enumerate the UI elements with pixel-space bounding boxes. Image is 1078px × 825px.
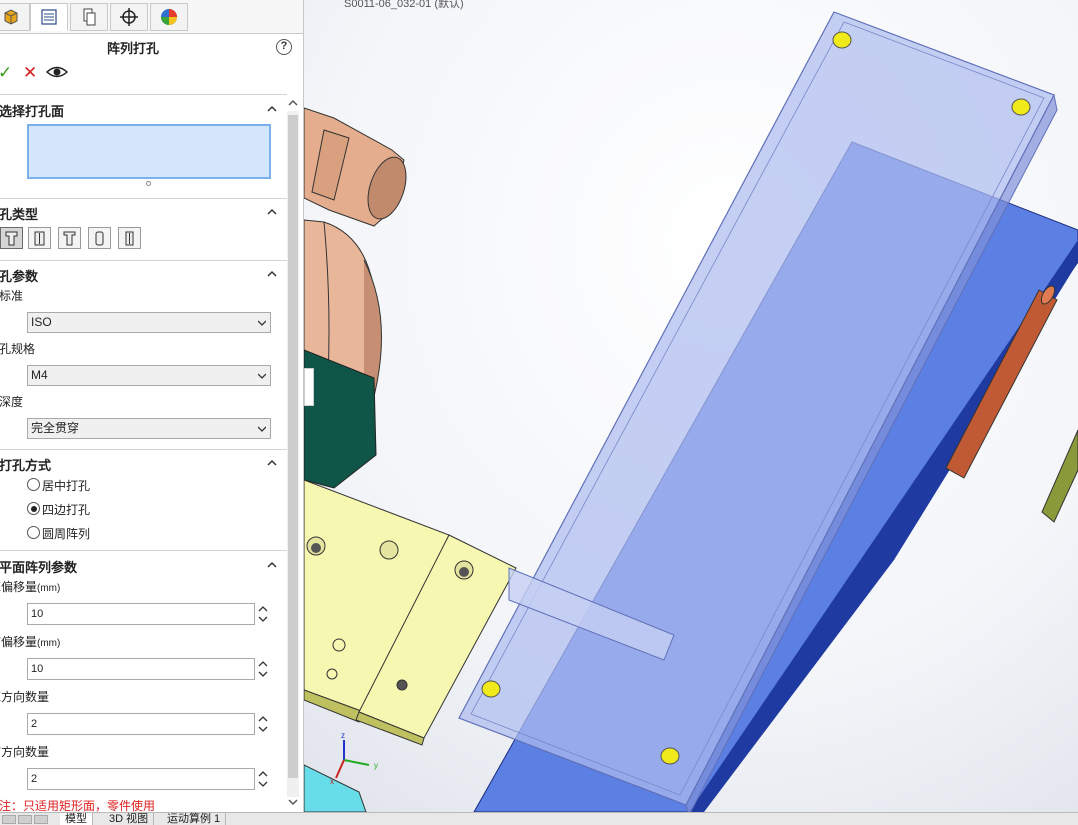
- section-title-drill-method: 打孔方式: [0, 458, 52, 473]
- file-label[interactable]: S0011-06_032-01 (默认): [344, 0, 464, 11]
- standard-select[interactable]: ISO: [27, 312, 271, 333]
- y-offset-label: Y偏移量(mm): [0, 635, 61, 649]
- simple-hole-icon: [95, 231, 104, 245]
- preview-eye-icon[interactable]: [46, 65, 68, 79]
- manager-tab-bar: [0, 0, 303, 34]
- dimxpert-manager-tab[interactable]: [110, 3, 148, 31]
- dimxpert-icon: [120, 8, 138, 26]
- usage-note: 注：只适用矩形面，零件使用: [0, 799, 156, 812]
- tab-nav-first-icon[interactable]: [2, 815, 16, 824]
- section-title-hole-params: 孔参数: [0, 269, 39, 284]
- collapse-drill-method-icon[interactable]: [266, 457, 278, 469]
- graphics-viewport[interactable]: z y x S0011-06_032-01 (默认): [304, 0, 1078, 812]
- feature-manager-icon: [4, 9, 18, 25]
- collapse-select-face-icon[interactable]: [266, 103, 278, 115]
- help-icon[interactable]: ?: [276, 39, 292, 55]
- tab-nav-prev-icon[interactable]: [18, 815, 32, 824]
- property-manager-panel: 阵列打孔 ? ✓ ✕ 选择打孔面 孔类型 孔参数 标准 ISO 孔规格 M4 深…: [0, 0, 304, 812]
- display-manager-tab[interactable]: [150, 3, 188, 31]
- divider: [0, 94, 287, 95]
- section-title-hole-type: 孔类型: [0, 207, 39, 222]
- collapse-hole-type-icon[interactable]: [266, 206, 278, 218]
- hole-size-value: M4: [31, 368, 48, 382]
- chevron-down-icon: [258, 320, 266, 326]
- page-title: 阵列打孔: [106, 41, 159, 56]
- radio-label-center-drill: 居中打孔: [42, 479, 91, 493]
- hole-size-label: 孔规格: [0, 342, 36, 356]
- resize-handle[interactable]: [146, 181, 151, 186]
- svg-text:y: y: [374, 761, 378, 770]
- tab-nav-next-icon[interactable]: [34, 815, 48, 824]
- radio-four-side-drill[interactable]: [27, 502, 40, 515]
- divider: [0, 550, 287, 551]
- tab-motion-study[interactable]: 运动算例 1: [162, 813, 227, 825]
- y-count-input[interactable]: 2: [27, 768, 255, 790]
- x-offset-label: X偏移量(mm): [0, 580, 61, 594]
- pipe-tap-icon: [125, 231, 134, 245]
- section-title-select-face: 选择打孔面: [0, 104, 65, 119]
- x-count-spinner[interactable]: [257, 713, 269, 735]
- radio-circular-pattern[interactable]: [27, 526, 40, 539]
- face-selection-box[interactable]: [27, 124, 271, 179]
- ok-check-icon[interactable]: ✓: [0, 63, 12, 83]
- countersink-hole-button[interactable]: [28, 227, 51, 249]
- cancel-x-icon[interactable]: ✕: [23, 63, 37, 83]
- configuration-manager-tab[interactable]: [70, 3, 108, 31]
- divider: [0, 260, 287, 261]
- x-offset-spinner[interactable]: [257, 603, 269, 625]
- display-manager-icon: [161, 9, 177, 25]
- x-offset-input[interactable]: 10: [27, 603, 255, 625]
- svg-text:z: z: [341, 731, 345, 740]
- scroll-down-icon[interactable]: [287, 796, 299, 808]
- tab-model[interactable]: 模型: [60, 813, 93, 825]
- section-title-pattern-params: 平面阵列参数: [0, 560, 78, 575]
- y-count-spinner[interactable]: [257, 768, 269, 790]
- property-manager-icon: [41, 9, 57, 25]
- scrollbar-thumb[interactable]: [288, 115, 298, 778]
- standard-value: ISO: [31, 315, 52, 329]
- standard-label: 标准: [0, 289, 24, 303]
- configuration-manager-icon: [83, 8, 96, 26]
- hole-size-select[interactable]: M4: [27, 365, 271, 386]
- x-count-input[interactable]: 2: [27, 713, 255, 735]
- depth-label: 深度: [0, 395, 24, 409]
- model-scene: z y x: [304, 0, 1078, 812]
- divider: [0, 449, 287, 450]
- bottom-tab-bar: 模型 3D 视图 运动算例 1: [0, 812, 1078, 825]
- radio-label-circular-pattern: 圆周阵列: [42, 527, 91, 541]
- scroll-up-icon[interactable]: [287, 97, 299, 109]
- collapse-pattern-params-icon[interactable]: [266, 559, 278, 571]
- pipe-tap-hole-button[interactable]: [118, 227, 141, 249]
- feature-manager-tab[interactable]: [0, 3, 30, 31]
- depth-select[interactable]: 完全贯穿: [27, 418, 271, 439]
- svg-text:x: x: [330, 777, 334, 786]
- radio-label-four-side-drill: 四边打孔: [42, 503, 91, 517]
- panel-collapse-handle[interactable]: [304, 368, 314, 406]
- y-offset-spinner[interactable]: [257, 658, 269, 680]
- countersink-icon: [34, 231, 45, 245]
- divider: [0, 198, 287, 199]
- chevron-down-icon: [258, 426, 266, 432]
- x-count-label: X方向数量: [0, 690, 50, 704]
- counterbore-icon: [5, 231, 18, 245]
- simple-hole-button[interactable]: [88, 227, 111, 249]
- y-count-label: Y方向数量: [0, 745, 50, 759]
- depth-value: 完全贯穿: [31, 421, 80, 435]
- tapped-hole-button[interactable]: [58, 227, 81, 249]
- counterbore-hole-button[interactable]: [0, 227, 23, 249]
- property-manager-tab[interactable]: [30, 3, 68, 31]
- collapse-hole-params-icon[interactable]: [266, 268, 278, 280]
- radio-center-drill[interactable]: [27, 478, 40, 491]
- chevron-down-icon: [258, 373, 266, 379]
- y-offset-input[interactable]: 10: [27, 658, 255, 680]
- tapped-hole-icon: [63, 231, 76, 245]
- tab-3d-view[interactable]: 3D 视图: [104, 813, 155, 825]
